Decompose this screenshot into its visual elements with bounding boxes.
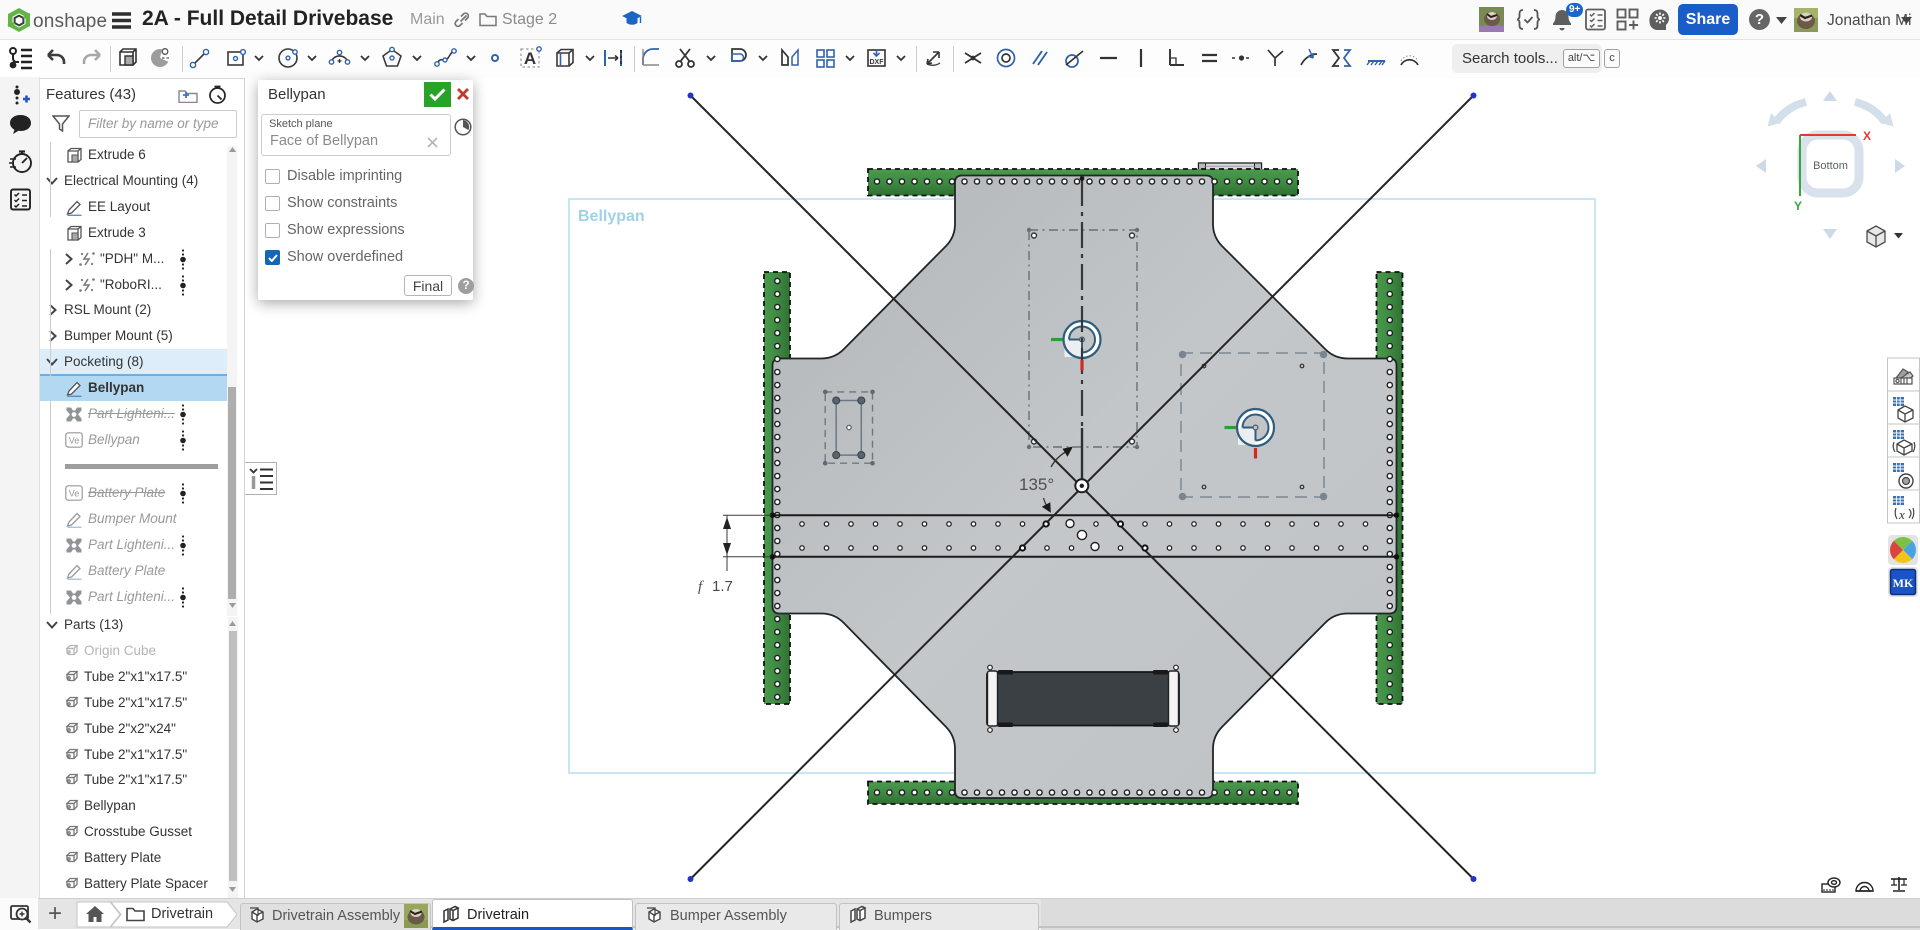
svg-text:Bottom: Bottom [1813, 160, 1848, 172]
svg-text:MK: MK [1893, 576, 1914, 590]
svg-text:Y: Y [1794, 199, 1802, 213]
svg-text:f: f [698, 579, 704, 595]
svg-text:Ve: Ve [69, 436, 80, 446]
svg-text:1.7: 1.7 [712, 578, 733, 595]
svg-text:X: X [1863, 129, 1871, 143]
svg-text:DXF: DXF [870, 59, 885, 66]
svg-text:A: A [524, 49, 536, 68]
svg-text:135°: 135° [1019, 475, 1054, 494]
svg-text:x: x [1898, 507, 1905, 522]
svg-text:Ve: Ve [69, 489, 80, 499]
svg-text:Bellypan: Bellypan [578, 208, 645, 225]
